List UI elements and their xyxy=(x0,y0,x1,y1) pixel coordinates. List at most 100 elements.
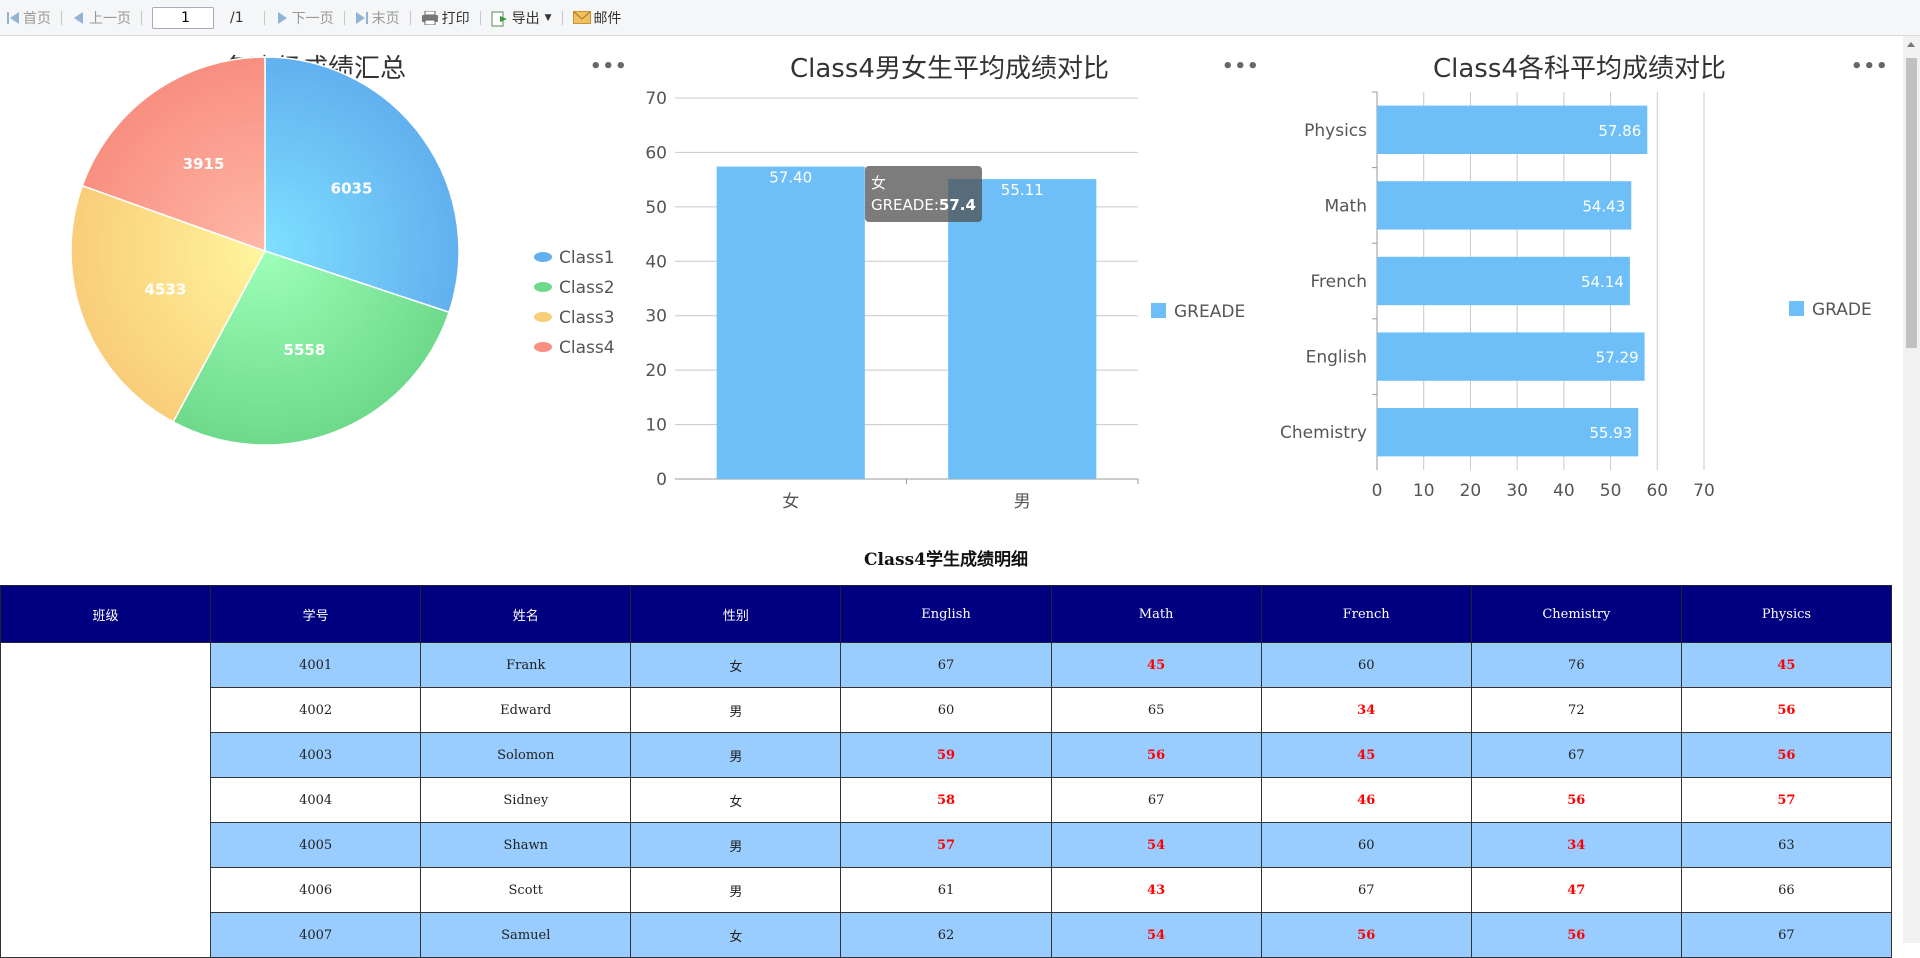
table-cell: 4006 xyxy=(210,867,422,913)
last-page-button[interactable]: 末页 xyxy=(349,0,406,35)
pie-chart: 6035 5558 4533 3915 Class1 Class2 Class3 Class4 xyxy=(70,56,615,446)
x-tick-label: 女 xyxy=(782,492,799,512)
pie-chart-panel: 各班级成绩汇总 ••• 6035555845333915Class1Class2… xyxy=(0,36,630,536)
class-cell xyxy=(0,642,212,958)
x-tick-label: 40 xyxy=(1553,481,1575,501)
next-page-button[interactable]: 下一页 xyxy=(269,0,340,35)
prev-page-label: 上一页 xyxy=(89,10,131,27)
y-tick-label: 0 xyxy=(656,470,667,490)
pie-slice-label: 5558 xyxy=(284,341,326,359)
last-page-icon xyxy=(355,11,369,25)
tooltip-value: 57.4 xyxy=(938,196,976,214)
table-cell: Scott xyxy=(420,867,632,913)
table-cell: 男 xyxy=(630,687,842,733)
y-tick-label: 60 xyxy=(645,143,667,163)
legend-swatch xyxy=(1789,301,1804,316)
toolbar-divider xyxy=(479,10,481,25)
legend-swatch xyxy=(534,312,552,322)
table-cell: 56 xyxy=(1050,732,1262,778)
table-cell: 72 xyxy=(1470,687,1682,733)
y-tick-label: Physics xyxy=(1304,121,1367,141)
x-tick-label: 男 xyxy=(1014,492,1031,512)
y-tick-label: English xyxy=(1306,348,1367,368)
export-dropdown[interactable]: 导出 ▼ xyxy=(485,0,558,35)
table-cell: 67 xyxy=(1050,777,1262,823)
table-row: 4004 Sidney 女 58 67 46 56 57 xyxy=(1,777,1893,823)
column-header: 姓名 xyxy=(420,585,632,643)
table-row: 4003 Solomon 男 59 56 45 67 56 xyxy=(1,732,1893,778)
table-cell: 60 xyxy=(1260,642,1472,688)
bar-male xyxy=(948,179,1097,480)
tooltip-value-line: GREADE:57.4 xyxy=(871,194,976,216)
table-cell: 34 xyxy=(1470,822,1682,868)
table-cell: 56 xyxy=(1680,687,1893,733)
table-cell: 59 xyxy=(840,732,1052,778)
mail-icon xyxy=(572,10,591,25)
table-cell: Frank xyxy=(420,642,632,688)
x-tick-label: 50 xyxy=(1600,481,1622,501)
y-tick-label: 10 xyxy=(645,416,667,436)
legend-swatch xyxy=(1151,303,1166,318)
table-cell: 男 xyxy=(630,822,842,868)
table-cell: 76 xyxy=(1470,642,1682,688)
column-header: Physics xyxy=(1680,585,1893,643)
table-cell: 67 xyxy=(1260,867,1472,913)
legend-swatch xyxy=(534,282,552,292)
y-tick-label: 40 xyxy=(645,252,667,272)
pie-slice-label: 3915 xyxy=(183,155,225,173)
toolbar-divider xyxy=(141,10,142,25)
table-cell: 4003 xyxy=(210,732,422,778)
table-cell: 54 xyxy=(1050,912,1262,958)
chart-tooltip: 女 GREADE:57.4 xyxy=(865,166,982,222)
table-cell: 67 xyxy=(840,642,1052,688)
table-cell: 58 xyxy=(840,777,1052,823)
bar-value-label: 57.29 xyxy=(1596,349,1639,367)
scroll-thumb[interactable] xyxy=(1906,58,1917,348)
mail-label: 邮件 xyxy=(593,10,622,27)
table-cell: 57 xyxy=(840,822,1052,868)
y-tick-label: 70 xyxy=(645,89,667,109)
x-tick-label: 0 xyxy=(1372,481,1383,501)
mail-button[interactable]: 邮件 xyxy=(567,0,628,35)
table-cell: 45 xyxy=(1050,642,1262,688)
print-button[interactable]: 打印 xyxy=(415,0,476,35)
page-number-input[interactable] xyxy=(152,6,214,29)
vertical-scrollbar[interactable] xyxy=(1903,36,1920,943)
first-page-button[interactable]: 首页 xyxy=(0,0,57,35)
gender-bar-chart: 0 10 20 30 40 50 60 70 57.40 女 55.11 男 GREADE xyxy=(645,89,1245,512)
report-toolbar: 首页 上一页 /1 下一页 末页 打印 导出 ▼ 邮件 xyxy=(0,0,1920,36)
table-cell: Shawn xyxy=(420,822,632,868)
legend-label-class1: Class1 xyxy=(559,248,615,268)
table-cell: 56 xyxy=(1470,777,1682,823)
y-tick-label: 30 xyxy=(645,307,667,327)
y-tick-label: French xyxy=(1310,272,1367,292)
bar-value-label: 54.14 xyxy=(1581,273,1624,291)
column-header: 性别 xyxy=(630,585,842,643)
table-cell: 43 xyxy=(1050,867,1262,913)
table-cell: 54 xyxy=(1050,822,1262,868)
table-row: 4007 Samuel 女 62 54 56 56 67 xyxy=(1,912,1893,958)
x-tick-label: 60 xyxy=(1646,481,1668,501)
subject-bar-chart: 0 10 20 30 40 50 60 70 57.86 Physics 54.43 Math 54.1… xyxy=(1280,91,1872,501)
legend-swatch xyxy=(534,342,552,352)
bar-value-label: 55.11 xyxy=(1001,181,1044,199)
page-total: /1 xyxy=(230,9,244,26)
table-cell: 女 xyxy=(630,642,842,688)
table-row: 4002 Edward 男 60 65 34 72 56 xyxy=(1,687,1893,733)
printer-icon xyxy=(421,10,439,25)
subject-bar-chart-panel: Class4各科平均成绩对比 ••• 0 10 20 30 40 50 60 70 57.86 P… xyxy=(1260,36,1890,536)
table-cell: 60 xyxy=(1260,822,1472,868)
scroll-up-arrow-icon[interactable] xyxy=(1907,42,1915,47)
table-cell: 67 xyxy=(1680,912,1893,958)
prev-page-button[interactable]: 上一页 xyxy=(66,0,137,35)
table-cell: 60 xyxy=(840,687,1052,733)
table-cell: 47 xyxy=(1470,867,1682,913)
y-tick-label: 20 xyxy=(645,361,667,381)
prev-page-icon xyxy=(72,11,86,25)
bar-female xyxy=(716,166,865,479)
table-cell: 57 xyxy=(1680,777,1893,823)
table-cell: 4007 xyxy=(210,912,422,958)
table-row: 4001 Frank 女 67 45 60 76 45 xyxy=(0,642,1893,958)
table-cell: 61 xyxy=(840,867,1052,913)
toolbar-divider xyxy=(409,10,411,25)
